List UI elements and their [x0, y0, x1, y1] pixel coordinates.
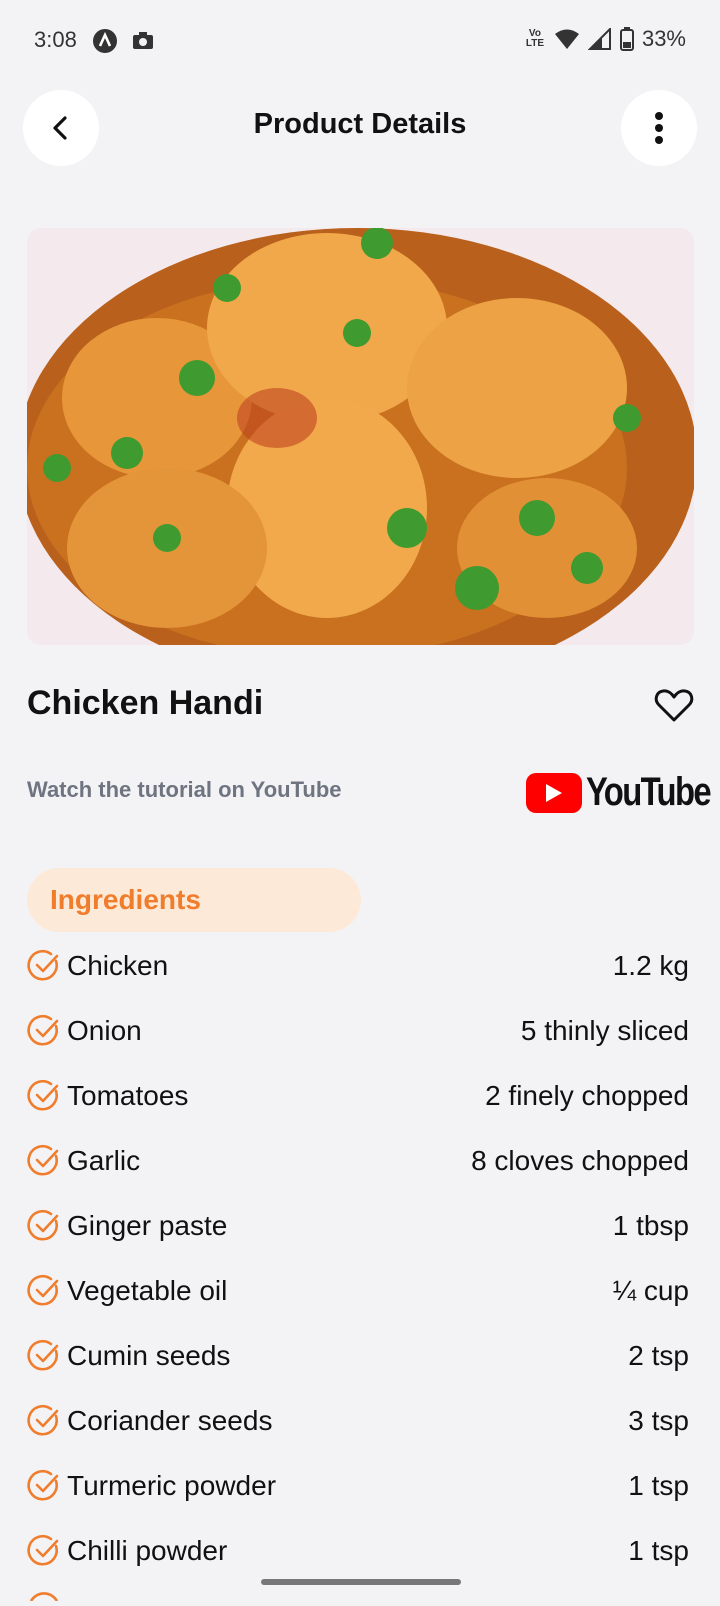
youtube-wordmark: YouTube [586, 770, 712, 814]
ingredient-row: Cumin seeds 2 tsp [27, 1323, 689, 1388]
battery-percent: 33% [641, 26, 686, 51]
ingredient-row: Onion 5 thinly sliced [27, 998, 689, 1063]
check-circle-icon [27, 1209, 59, 1240]
check-circle-icon [27, 1339, 59, 1370]
heart-outline-icon[interactable] [653, 684, 695, 726]
ingredient-left: Ginger paste [27, 1209, 227, 1243]
check-circle-icon [27, 1014, 59, 1045]
ingredient-row: Chicken 1.2 kg [27, 933, 689, 998]
check-circle-icon [27, 1144, 59, 1175]
check-circle-icon [27, 949, 59, 980]
volte-indicator: Vo LTE [525, 28, 545, 49]
ingredient-quantity: 1 tbsp [612, 1209, 689, 1241]
ingredient-quantity: 1 tsp [628, 1534, 689, 1566]
ingredient-name: Chilli powder [67, 1534, 228, 1566]
ingredient-left: Chilli powder [27, 1534, 227, 1568]
ingredient-left: Onion [27, 1014, 142, 1048]
more-vertical-icon [655, 112, 663, 144]
ingredient-row: Vegetable oil ¼ cup [27, 1258, 689, 1323]
ingredient-quantity: ¼ cup [612, 1274, 689, 1306]
ingredient-row: Ginger paste 1 tbsp [27, 1193, 689, 1258]
status-right: Vo LTE 33% [524, 26, 686, 52]
check-circle-icon [27, 1469, 59, 1500]
ingredient-quantity: 1.2 kg [612, 949, 689, 981]
status-time: 3:08 [34, 27, 77, 52]
signal-icon [587, 28, 611, 50]
ingredient-name: Chicken [67, 949, 169, 981]
food-illustration [27, 228, 694, 645]
ingredient-row: Tomatoes 2 finely chopped [27, 1063, 689, 1128]
ingredient-name: Tomatoes [67, 1079, 189, 1111]
ingredient-left: Chicken [27, 949, 168, 983]
ingredient-quantity: 3 tsp [628, 1404, 689, 1436]
ingredient-left: Coriander seeds [27, 1404, 272, 1438]
check-circle-icon [27, 1534, 59, 1565]
status-bar: 3:08 Vo LTE 33% [0, 0, 720, 84]
notification-a-icon [93, 29, 117, 53]
ingredient-quantity: 2 finely chopped [485, 1079, 689, 1111]
ingredient-left: Cumin seeds [27, 1339, 230, 1373]
check-circle-icon [27, 1079, 59, 1110]
ingredient-row: Garlic 8 cloves chopped [27, 1128, 689, 1193]
home-indicator[interactable] [261, 1579, 461, 1585]
more-options-button[interactable] [621, 90, 697, 166]
ingredient-quantity: 5 thinly sliced [520, 1014, 689, 1046]
status-left-icons [92, 28, 156, 54]
ingredient-left: Tomatoes [27, 1079, 188, 1113]
ingredient-quantity: 2 tsp [628, 1339, 689, 1371]
ingredient-row: Turmeric powder 1 tsp [27, 1453, 689, 1518]
ingredients-list: Chicken 1.2 kg Onion 5 thinly sliced Tomatoe… [27, 933, 689, 1583]
youtube-play-icon [526, 772, 582, 813]
youtube-button[interactable]: YouTube [526, 770, 720, 815]
ingredient-quantity: 1 tsp [628, 1469, 689, 1501]
recipe-image [27, 228, 694, 645]
partial-next-item [27, 1585, 61, 1606]
ingredient-name: Turmeric powder [67, 1469, 277, 1501]
ingredient-left: Vegetable oil [27, 1274, 227, 1308]
ingredient-name: Vegetable oil [67, 1274, 228, 1306]
ingredient-name: Onion [67, 1014, 142, 1046]
ingredient-quantity: 8 cloves chopped [471, 1144, 689, 1176]
camera-icon [133, 32, 153, 49]
recipe-name: Chicken Handi [27, 684, 264, 722]
ingredient-name: Coriander seeds [67, 1404, 273, 1436]
check-circle-icon [29, 1592, 59, 1602]
check-circle-icon [27, 1404, 59, 1435]
wifi-icon [554, 29, 579, 49]
check-circle-icon [27, 1274, 59, 1305]
ingredient-left: Garlic [27, 1144, 140, 1178]
ingredient-row: Coriander seeds 3 tsp [27, 1388, 689, 1453]
ingredient-left: Turmeric powder [27, 1469, 276, 1503]
ingredients-tab[interactable]: Ingredients [27, 868, 361, 932]
page-title: Product Details [253, 108, 467, 140]
ingredient-name: Cumin seeds [67, 1339, 231, 1371]
ingredient-name: Ginger paste [67, 1209, 228, 1241]
ingredient-row: Chilli powder 1 tsp [27, 1518, 689, 1583]
battery-icon [619, 27, 634, 51]
tutorial-link-text[interactable]: Watch the tutorial on YouTube [27, 777, 342, 803]
ingredient-name: Garlic [67, 1144, 141, 1176]
